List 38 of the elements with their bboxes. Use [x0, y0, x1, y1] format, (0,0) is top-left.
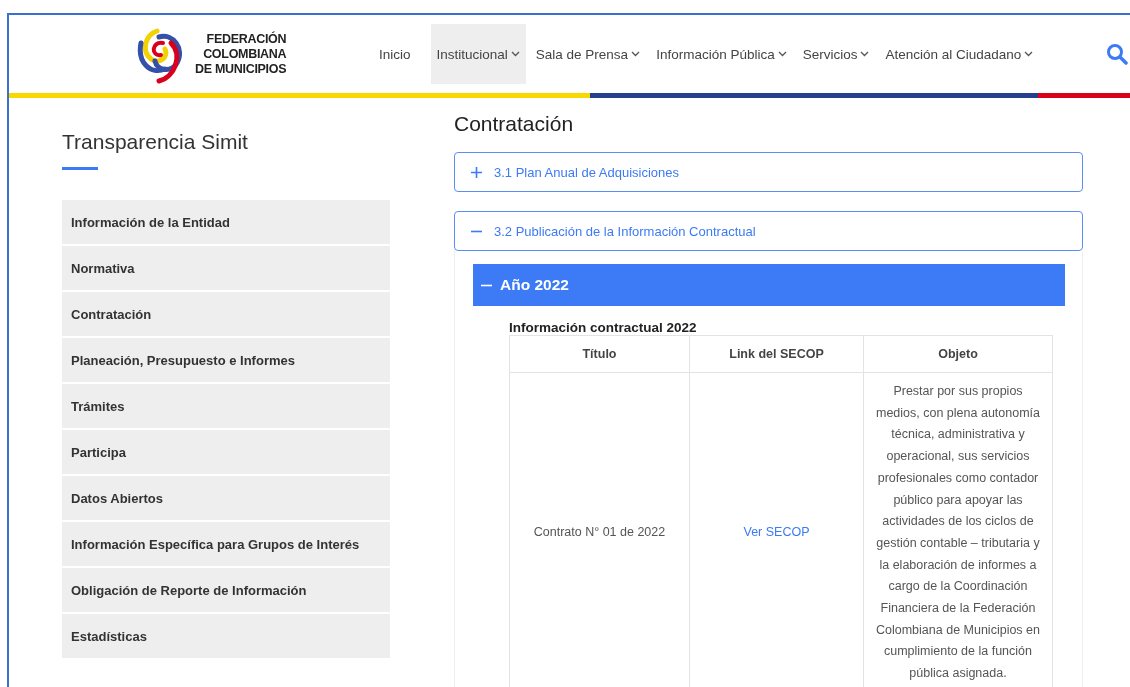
nav-link[interactable]: Servicios — [796, 24, 876, 84]
page-title: Contratación — [454, 112, 575, 136]
accordion-header[interactable]: 3.2 Publicación de la Información Contractual — [454, 211, 1083, 251]
chevron-down-icon — [631, 51, 641, 57]
sidebar-item[interactable]: Información de la Entidad — [62, 200, 390, 244]
chevron-down-icon — [1024, 51, 1034, 57]
column-header: Título — [509, 335, 690, 373]
title-underline — [62, 167, 98, 170]
chevron-down-icon — [860, 51, 870, 57]
logo-text: COLOMBIANA — [203, 46, 287, 62]
nav-link[interactable]: Inicio — [373, 24, 417, 84]
sidebar-item[interactable]: Contratación — [62, 292, 390, 336]
sidebar-item[interactable]: Normativa — [62, 246, 390, 290]
table-cell: Contrato N° 01 de 2022 — [509, 372, 690, 687]
sidebar-item[interactable]: Trámites — [62, 384, 390, 428]
sidebar-item[interactable]: Datos Abiertos — [62, 476, 390, 520]
sidebar-item[interactable]: Obligación de Reporte de Información — [62, 568, 390, 612]
nav-link[interactable]: Atención al Ciudadano — [879, 24, 1040, 84]
year-header[interactable]: Año 2022 — [473, 264, 1065, 306]
chevron-down-icon — [510, 51, 520, 57]
column-header: Objeto — [863, 335, 1053, 373]
table-title: Información contractual 2022 — [509, 320, 698, 335]
search-icon[interactable] — [1106, 43, 1128, 65]
nav-link[interactable]: Institucional — [430, 24, 526, 84]
sidebar-item[interactable]: Estadísticas — [62, 614, 390, 658]
secop-link[interactable]: Ver SECOP — [743, 525, 810, 540]
chevron-down-icon — [777, 51, 787, 57]
logo-text: FEDERACIÓN — [206, 31, 287, 47]
sidebar-item[interactable]: Participa — [62, 430, 390, 474]
nav-link[interactable]: Sala de Prensa — [529, 24, 647, 84]
sidebar-item[interactable]: Planeación, Presupuesto e Informes — [62, 338, 390, 382]
sidebar-item[interactable]: Información Específica para Grupos de Interés — [62, 522, 390, 566]
column-header: Link del SECOP — [689, 335, 864, 373]
plus-icon — [471, 166, 482, 178]
sidebar-title: Transparencia Simit — [62, 130, 249, 154]
nav-link[interactable]: Información Pública — [650, 24, 793, 84]
logo-text: DE MUNICIPIOS — [195, 61, 287, 77]
accordion-header[interactable]: 3.1 Plan Anual de Adquisiciones — [454, 152, 1083, 192]
